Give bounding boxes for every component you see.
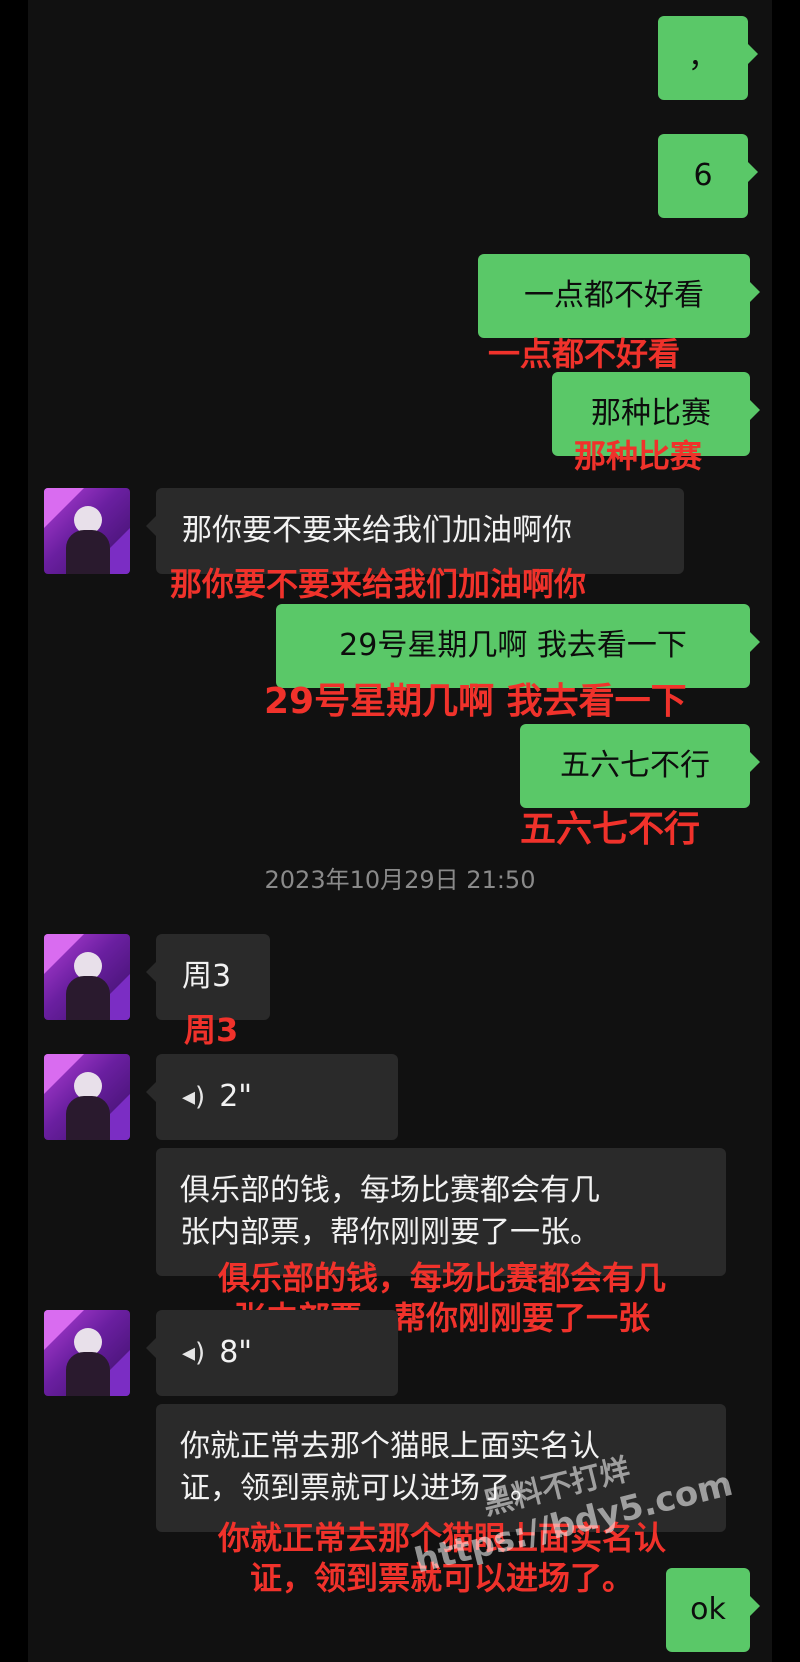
message-bubble-sent[interactable]: 6 <box>658 134 758 218</box>
translation-caption: 那种比赛 <box>574 437 703 475</box>
message-text: 一点都不好看 <box>524 278 704 313</box>
voice-duration: 8" <box>219 1335 253 1370</box>
contact-avatar[interactable] <box>44 1310 130 1396</box>
contact-avatar[interactable] <box>44 488 130 574</box>
message-bubble-received[interactable]: 俱乐部的钱，每场比赛都会有几 张内部票，帮你刚刚要了一张。 <box>156 1148 726 1276</box>
contact-avatar[interactable] <box>44 1054 130 1140</box>
message-bubble-sent[interactable]: ok <box>666 1568 760 1652</box>
message-text: 俱乐部的钱，每场比赛都会有几 张内部票，帮你刚刚要了一张。 <box>180 1173 600 1250</box>
message-text: 那你要不要来给我们加油啊你 <box>182 513 572 548</box>
message-text: 五六七不行 <box>560 748 710 783</box>
voice-wave-icon: ◂) <box>182 1338 206 1368</box>
message-text: ， <box>688 40 718 75</box>
message-timestamp: 2023年10月29日 21:50 <box>264 866 536 894</box>
message-text: 周3 <box>182 959 232 994</box>
message-bubble-sent[interactable]: 29号星期几啊 我去看一下 <box>276 604 760 688</box>
voice-wave-icon: ◂) <box>182 1082 206 1112</box>
voice-duration: 2" <box>219 1079 253 1114</box>
message-text: ok <box>690 1592 726 1627</box>
translation-caption: 周3 <box>184 1011 239 1049</box>
message-bubble-sent[interactable]: 一点都不好看 <box>478 254 760 338</box>
translation-caption: 29号星期几啊 我去看一下 <box>264 681 687 722</box>
message-text: 那种比赛 <box>591 396 711 431</box>
message-text: 6 <box>693 158 713 193</box>
message-bubble-received[interactable]: 那你要不要来给我们加油啊你 <box>146 488 684 574</box>
translation-caption: 那你要不要来给我们加油啊你 <box>170 565 587 603</box>
voice-message-bubble[interactable]: ◂) 2" <box>146 1054 398 1140</box>
message-bubble-sent[interactable]: 五六七不行 <box>520 724 760 808</box>
message-text: 29号星期几啊 我去看一下 <box>339 628 687 663</box>
translation-caption: 一点都不好看 <box>488 335 681 373</box>
voice-message-bubble[interactable]: ◂) 8" <box>146 1310 398 1396</box>
message-bubble-received[interactable]: 周3 <box>146 934 270 1020</box>
message-bubble-sent[interactable]: ， <box>658 16 758 100</box>
contact-avatar[interactable] <box>44 934 130 1020</box>
translation-caption: 五六七不行 <box>520 809 701 850</box>
